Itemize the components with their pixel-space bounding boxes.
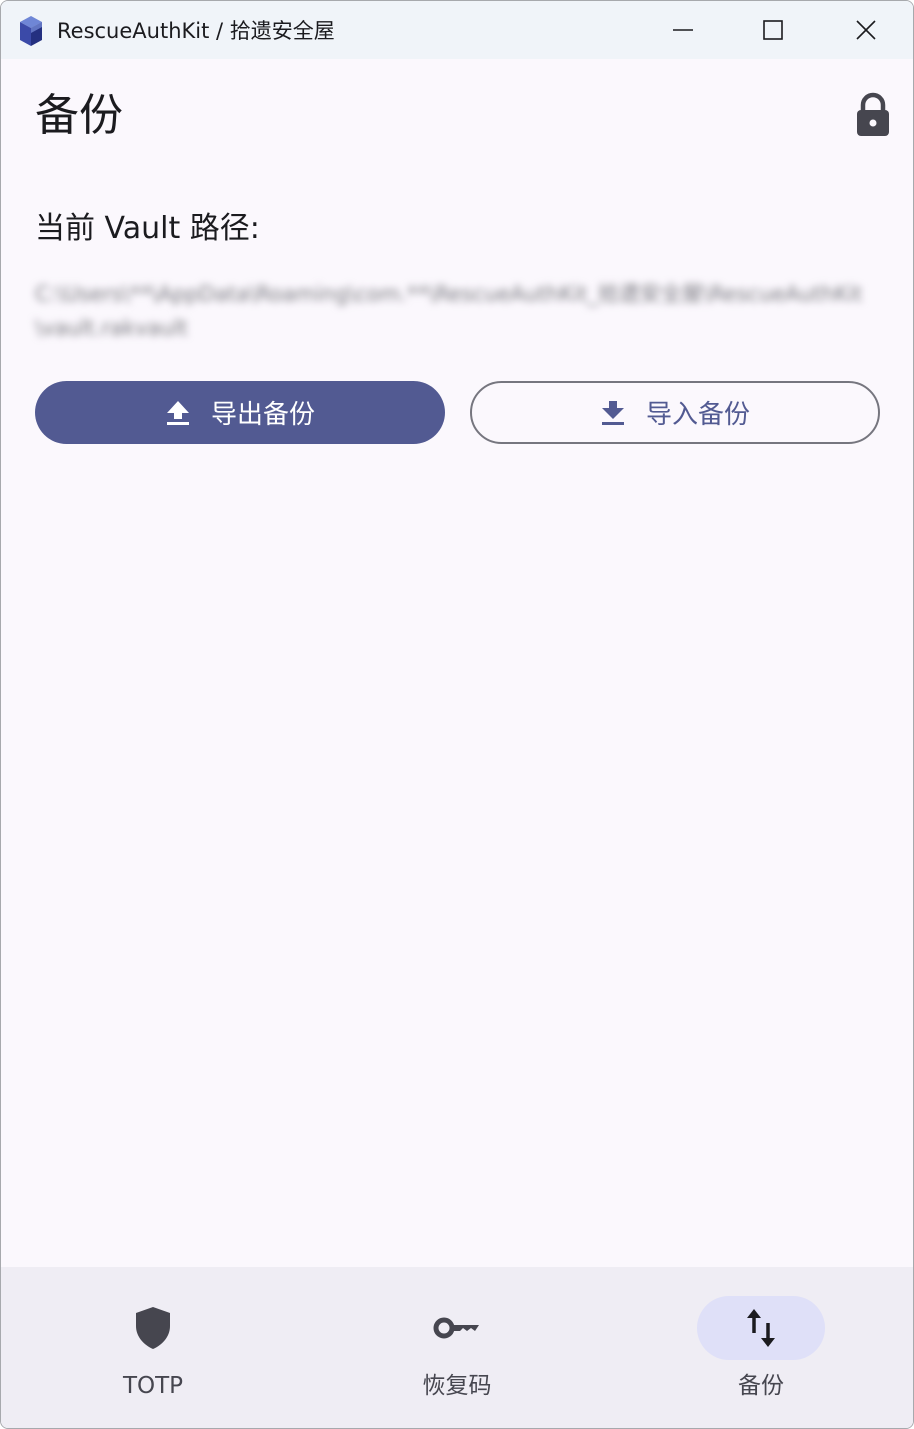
import-backup-label: 导入备份	[645, 400, 750, 430]
app-logo-icon	[20, 16, 42, 46]
nav-pill-totp	[89, 1296, 217, 1360]
maximize-button[interactable]	[726, 1, 820, 59]
swap-vertical-icon	[747, 1309, 775, 1347]
minimize-icon	[673, 29, 693, 31]
close-button[interactable]	[819, 1, 913, 59]
nav-pill-backup	[697, 1296, 825, 1360]
nav-item-recovery-codes[interactable]: 恢复码	[305, 1267, 609, 1428]
download-icon	[601, 400, 624, 425]
nav-label-backup: 备份	[738, 1373, 784, 1399]
maximize-icon	[763, 20, 783, 40]
page-title: 备份	[35, 90, 123, 141]
minimize-button[interactable]	[636, 1, 730, 59]
app-window: RescueAuthKit / 拾遗安全屋 备份 当前 Vault 路径: C:…	[0, 0, 914, 1429]
vault-path-label: 当前 Vault 路径:	[35, 211, 260, 246]
nav-item-backup[interactable]: 备份	[609, 1267, 913, 1428]
close-icon	[856, 20, 876, 40]
import-backup-button[interactable]: 导入备份	[470, 381, 880, 444]
export-backup-label: 导出备份	[210, 400, 315, 430]
shield-icon	[136, 1307, 170, 1349]
title-bar[interactable]: RescueAuthKit / 拾遗安全屋	[1, 1, 913, 59]
lock-icon[interactable]	[851, 91, 895, 139]
vault-path-value: C:\Users\**\AppData\Roaming\com.**\Rescu…	[35, 282, 863, 340]
nav-label-totp: TOTP	[122, 1373, 184, 1399]
key-icon	[433, 1317, 479, 1339]
main-content: 备份 当前 Vault 路径: C:\Users\**\AppData\Roam…	[1, 59, 913, 1267]
nav-item-totp[interactable]: TOTP	[1, 1267, 305, 1428]
export-backup-button[interactable]: 导出备份	[35, 381, 445, 444]
nav-label-recovery-codes: 恢复码	[422, 1373, 492, 1399]
upload-icon	[166, 400, 189, 425]
bottom-navigation: TOTP 恢复码 备份	[1, 1267, 913, 1428]
nav-pill-recovery-codes	[393, 1296, 521, 1360]
window-title: RescueAuthKit / 拾遗安全屋	[57, 19, 335, 43]
